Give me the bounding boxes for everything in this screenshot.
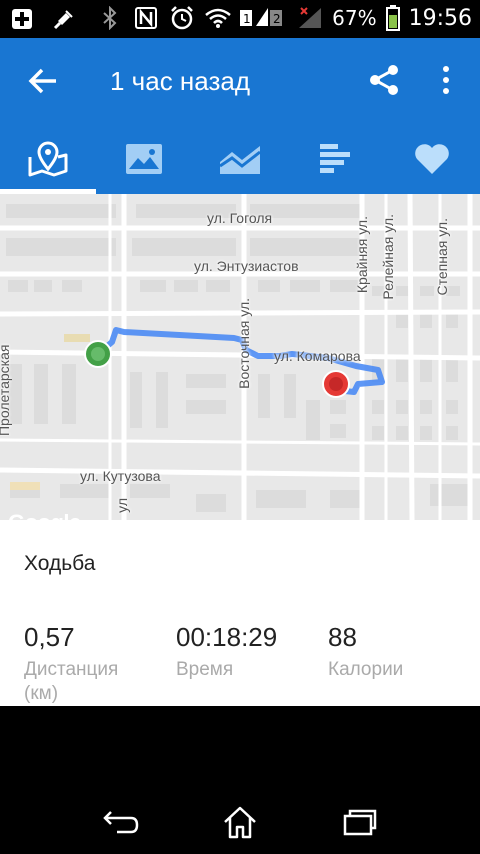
clock: 19:56 xyxy=(408,5,472,31)
street-label-krainyaya: Крайняя ул. xyxy=(354,216,370,294)
home-icon xyxy=(224,806,256,839)
app-bar: 1 час назад xyxy=(0,38,480,124)
nfc-icon xyxy=(132,4,160,32)
street-label-gogolya: ул. Гоголя xyxy=(207,210,273,226)
battery-percent: 67% xyxy=(332,6,377,30)
arrow-back-icon xyxy=(28,68,56,94)
svg-text:2: 2 xyxy=(273,12,281,26)
stat-label: Калории xyxy=(328,659,404,680)
page-title: 1 час назад xyxy=(110,66,250,96)
tab-map[interactable] xyxy=(0,124,96,194)
image-icon xyxy=(126,144,162,174)
tab-photos[interactable] xyxy=(96,124,192,194)
tab-splits[interactable] xyxy=(288,124,384,194)
tab-bar xyxy=(0,124,480,194)
street-label-komarova: ул. Комарова xyxy=(274,348,361,364)
activity-type: Ходьба xyxy=(24,552,96,575)
route-map[interactable]: ул. Гоголя ул. Энтузиастов Восточная ул.… xyxy=(0,194,480,520)
stat-calories: 88 Калории xyxy=(328,622,403,681)
workout-summary-card: Ходьба 0,57 Дистанция (км) 00:18:29 Врем… xyxy=(0,520,480,706)
street-label-releinaya: Релейная ул. xyxy=(380,214,396,300)
street-label-left: Пролетарская xyxy=(0,344,12,436)
stat-value: 00:18:29 xyxy=(176,622,278,652)
stat-distance: 0,57 Дистанция (км) xyxy=(24,622,118,705)
wifi-icon xyxy=(204,4,232,32)
map-icon xyxy=(28,141,68,177)
add-icon xyxy=(8,5,36,33)
stat-value: 0,57 xyxy=(24,622,75,652)
bluetooth-icon xyxy=(96,4,124,32)
mute-icon xyxy=(50,5,78,33)
share-icon xyxy=(370,65,398,95)
street-label-vostochnaya: Восточная ул. xyxy=(236,298,252,389)
status-bar: 12 67% 19:56 xyxy=(0,0,480,38)
stat-label: Дистанция xyxy=(24,659,119,680)
recents-icon xyxy=(343,809,377,836)
street-label-entuziastov: ул. Энтузиастов xyxy=(194,258,299,274)
nav-home-button[interactable] xyxy=(220,802,260,842)
tab-charts[interactable] xyxy=(192,124,288,194)
nav-recents-button[interactable] xyxy=(340,802,380,842)
stat-label: Время xyxy=(176,659,234,680)
more-options-button[interactable] xyxy=(432,62,460,98)
signal-icon: 12 xyxy=(240,4,288,32)
heart-icon xyxy=(415,144,449,174)
tab-heart[interactable] xyxy=(384,124,480,194)
more-vert-icon xyxy=(443,66,449,94)
back-button[interactable] xyxy=(26,64,60,98)
battery-icon xyxy=(385,4,401,32)
back-icon xyxy=(103,811,139,834)
chart-icon xyxy=(219,146,261,174)
stat-unit: (км) xyxy=(24,683,59,704)
stat-time: 00:18:29 Время xyxy=(176,622,277,681)
nav-back-button[interactable] xyxy=(100,802,140,842)
signal2-icon xyxy=(296,4,324,32)
street-label-kutuzova: ул. Кутузова xyxy=(80,468,161,484)
sand-building xyxy=(10,482,40,490)
street-label-stepnaya: Степная ул. xyxy=(434,218,450,296)
bars-icon xyxy=(320,144,350,173)
share-button[interactable] xyxy=(366,62,402,98)
alarm-icon xyxy=(168,4,196,32)
stat-value: 88 xyxy=(328,622,357,652)
sand-building xyxy=(64,334,90,342)
svg-text:1: 1 xyxy=(243,12,251,26)
street-label-bottom: ул xyxy=(114,498,130,513)
system-nav-bar xyxy=(0,706,480,854)
